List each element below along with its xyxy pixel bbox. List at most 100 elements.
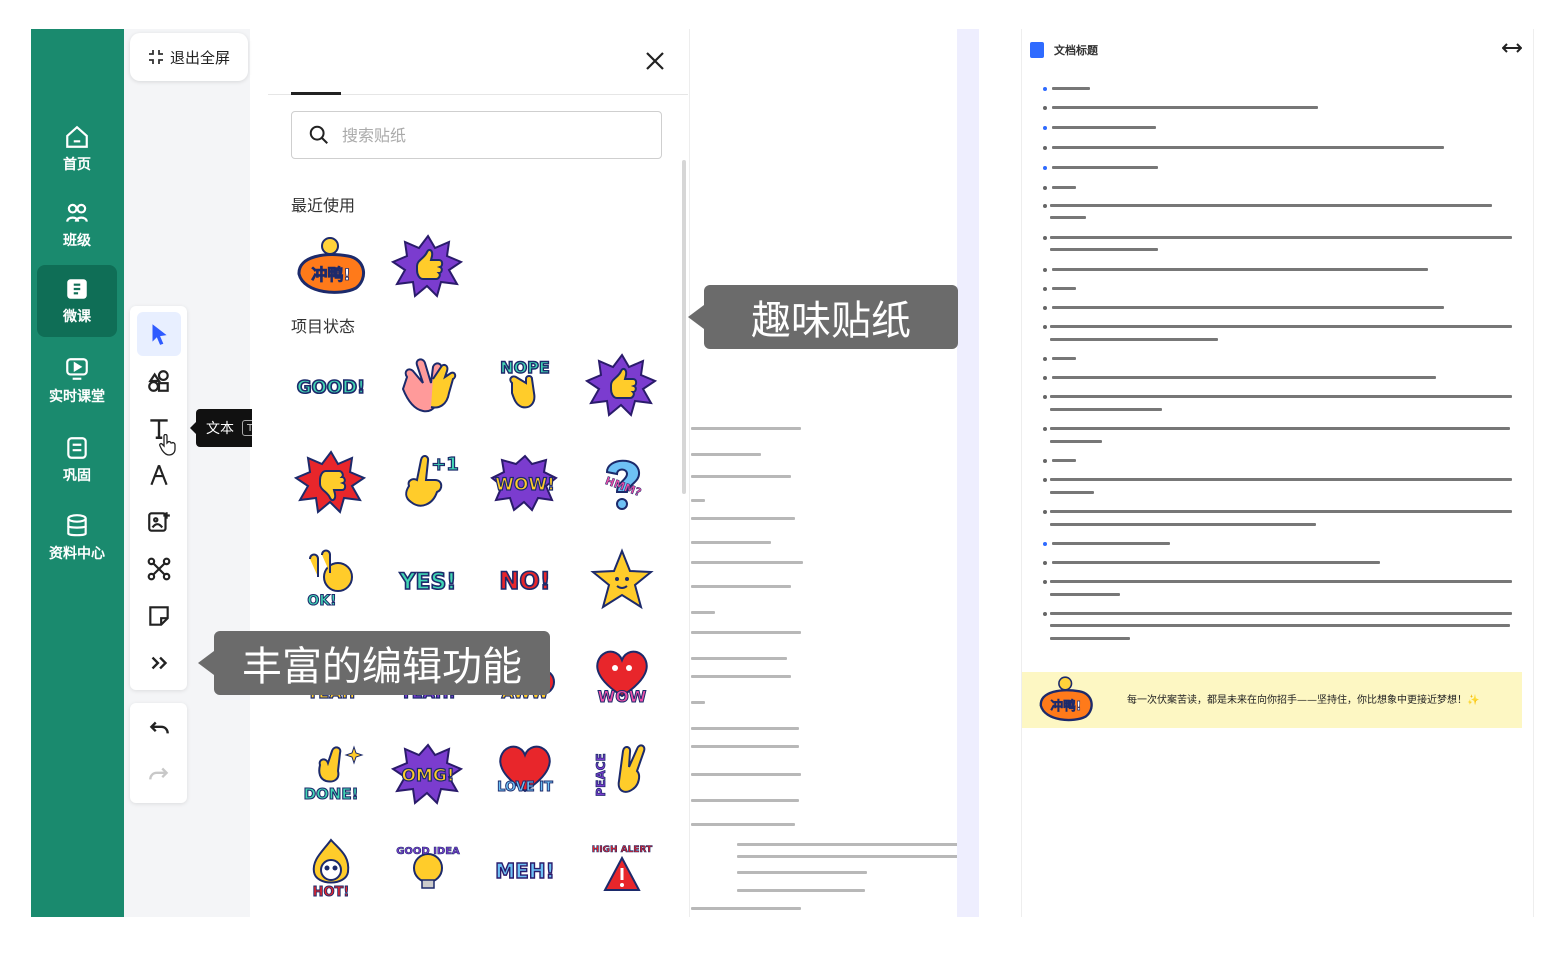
sticker-label: OK! xyxy=(307,593,336,609)
nav-label-class: 班级 xyxy=(63,233,91,249)
sticker-label: WOW! xyxy=(495,475,555,495)
nav-item-practice[interactable]: 巩固 xyxy=(37,424,117,496)
image-tool[interactable] xyxy=(137,500,181,544)
sticker-label: GOOD! xyxy=(297,377,366,398)
nav-item-home[interactable]: 首页 xyxy=(37,113,117,185)
sticker-star[interactable] xyxy=(587,547,657,613)
sticker-thumbs-up[interactable] xyxy=(584,353,658,419)
nav-label-home: 首页 xyxy=(63,157,91,173)
sticky-note-icon xyxy=(149,606,169,626)
panel-scrollbar[interactable] xyxy=(682,160,686,494)
redo-icon xyxy=(149,767,169,780)
sticker-thumbs-down[interactable] xyxy=(293,450,367,516)
sticker-high-alert[interactable]: HIGH ALERT xyxy=(587,838,657,904)
sticker-done[interactable]: DONE! xyxy=(296,741,366,807)
sticker-plus-one[interactable]: +1 xyxy=(393,450,463,516)
section-status-title: 项目状态 xyxy=(291,317,356,336)
sticker-clapping-hands[interactable] xyxy=(393,353,463,419)
nav-item-micro-lesson[interactable]: 微课 xyxy=(37,265,117,337)
sticker-ok[interactable]: OK! xyxy=(296,547,366,613)
cursor-icon xyxy=(152,324,167,345)
sticker-meh[interactable]: MEH! xyxy=(490,838,560,904)
nav-label-micro-lesson: 微课 xyxy=(63,309,91,325)
sticker-hot[interactable]: HOT! xyxy=(296,838,366,904)
section-recent-title: 最近使用 xyxy=(291,196,356,215)
sticker-label: +1 xyxy=(431,454,459,475)
banner-sticker-label: 冲鸭! xyxy=(1051,698,1082,713)
sticker-chongya[interactable]: 冲鸭! xyxy=(296,234,366,300)
nav-item-live-class[interactable]: 实时课堂 xyxy=(37,345,117,417)
sticker-omg[interactable]: OMG! xyxy=(390,741,464,807)
image-icon xyxy=(148,512,170,532)
sticker-label: HIGH ALERT xyxy=(592,845,653,855)
tab-stickers[interactable] xyxy=(291,92,341,95)
sticker-label: NO! xyxy=(499,567,550,595)
callout-fun-stickers: 趣味贴纸 xyxy=(688,285,958,349)
shapes-icon xyxy=(148,370,169,392)
micro-lesson-icon xyxy=(67,279,87,299)
canvas-divider xyxy=(957,29,979,917)
sticker-love-it[interactable]: LOVE IT xyxy=(490,741,560,807)
select-tool[interactable] xyxy=(137,312,181,356)
document-title: 文档标题 xyxy=(1054,44,1098,57)
document-preview xyxy=(1021,29,1534,917)
connector-tool[interactable] xyxy=(137,547,181,591)
sticker-label: DONE! xyxy=(304,785,359,803)
sticker-peace[interactable]: PEACE xyxy=(587,741,657,807)
sticker-label: LOVE IT xyxy=(497,780,553,795)
exit-fullscreen-button[interactable]: 退出全屏 xyxy=(130,33,248,81)
sticker-label: YES! xyxy=(399,570,457,595)
sticker-search-field[interactable] xyxy=(291,111,662,159)
nav-item-class[interactable]: 班级 xyxy=(37,189,117,261)
undo-icon xyxy=(149,721,169,734)
document-header: 文档标题 xyxy=(1030,36,1526,64)
history-toolbar xyxy=(130,703,187,803)
sticker-label: HOT! xyxy=(313,885,350,900)
drawing-toolbar xyxy=(130,306,187,690)
live-class-icon xyxy=(66,358,88,380)
banner-sticker: 冲鸭! xyxy=(1031,674,1101,726)
sticker-label: GOOD IDEA xyxy=(396,846,460,857)
sticker-label: PEACE xyxy=(594,753,608,796)
sticker-heart-wow[interactable]: WOW xyxy=(587,644,657,710)
sticker-good-idea[interactable]: GOOD IDEA xyxy=(393,838,463,904)
mindmap-icon xyxy=(147,557,171,581)
home-icon xyxy=(66,125,88,148)
pen-icon xyxy=(150,464,168,486)
double-chevron-right-icon xyxy=(151,656,168,670)
pen-tool[interactable] xyxy=(137,453,181,497)
redo-button[interactable] xyxy=(137,753,181,797)
banner-text: 每一次伏案苦读，都是未来在向你招手——坚持住，你比想象中更接近梦想！✨ xyxy=(1127,695,1480,706)
database-icon xyxy=(67,514,87,537)
nav-label-live-class: 实时课堂 xyxy=(49,389,105,405)
sticker-yes[interactable]: YES! xyxy=(393,547,463,613)
sticker-label: MEH! xyxy=(495,859,554,883)
practice-icon xyxy=(67,437,87,459)
users-icon xyxy=(66,203,88,222)
hand-cursor-icon xyxy=(159,434,176,456)
nav-item-resources[interactable]: 资料中心 xyxy=(37,502,117,574)
sticker-no[interactable]: NO! xyxy=(490,547,560,613)
exit-fullscreen-label: 退出全屏 xyxy=(169,48,230,67)
more-tools-button[interactable] xyxy=(137,641,181,685)
sticker-thumbs-up-recent[interactable] xyxy=(390,234,464,300)
sticker-good[interactable]: GOOD! xyxy=(296,353,366,419)
sticker-label: 冲鸭! xyxy=(311,265,350,284)
shapes-tool[interactable] xyxy=(137,359,181,403)
sticker-wow[interactable]: WOW! xyxy=(490,450,560,516)
sticker-nope[interactable]: NOPE xyxy=(490,353,560,419)
document-icon xyxy=(1030,42,1044,58)
close-icon[interactable] xyxy=(642,48,668,74)
search-icon xyxy=(309,125,328,144)
canvas-preview xyxy=(689,29,957,917)
sticker-hmm[interactable]: HMM? xyxy=(587,450,657,516)
collapse-icon[interactable] xyxy=(1502,42,1522,54)
tooltip-label: 文本 xyxy=(206,421,234,437)
sticker-label: WOW xyxy=(598,687,647,706)
nav-label-resources: 资料中心 xyxy=(49,546,105,562)
sticky-note-tool[interactable] xyxy=(137,594,181,638)
exit-fullscreen-icon xyxy=(148,50,163,64)
sticker-label: NOPE xyxy=(500,358,550,377)
sticker-search-input[interactable] xyxy=(342,125,622,145)
undo-button[interactable] xyxy=(137,707,181,751)
